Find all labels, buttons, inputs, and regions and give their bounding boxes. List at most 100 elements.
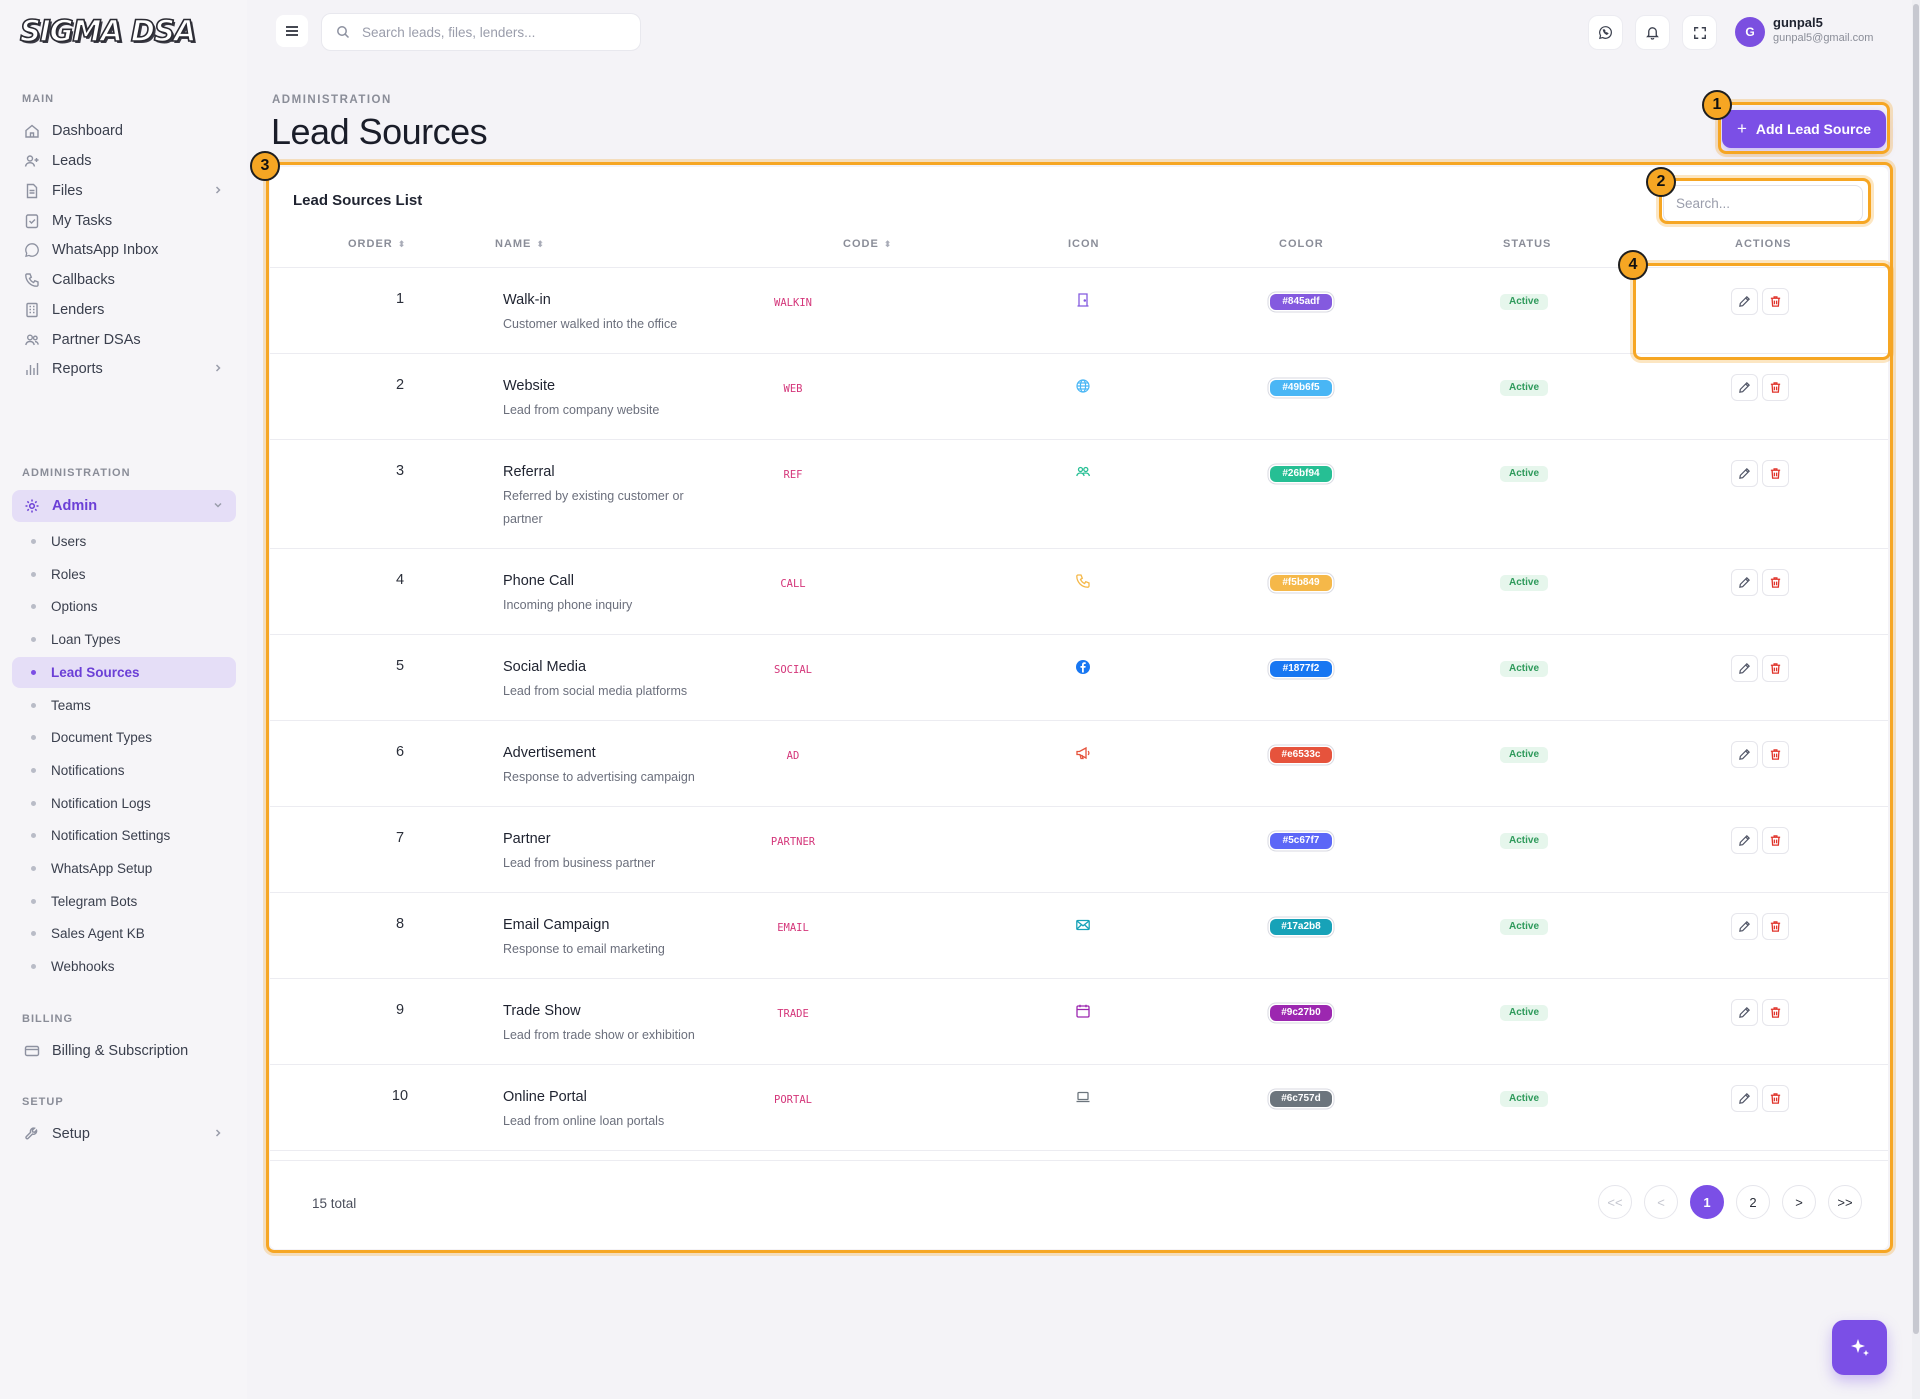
bell-icon: [1645, 25, 1660, 40]
sidebar-subitem-label: Users: [51, 534, 87, 549]
menu-toggle-button[interactable]: [276, 15, 308, 47]
annotation-badge-3: 3: [250, 151, 280, 181]
sidebar-item-label: Files: [52, 183, 83, 199]
sidebar-item-setup[interactable]: Setup: [12, 1118, 236, 1150]
sidebar-subitem-users[interactable]: Users: [12, 526, 236, 557]
sidebar-subitem-label: Document Types: [51, 730, 153, 745]
sparkle-icon: [1848, 1336, 1872, 1360]
user-plus-icon: [24, 153, 40, 169]
whatsapp-icon: [1598, 25, 1613, 40]
section-billing-label: BILLING: [22, 1013, 73, 1025]
bullet-dot: [31, 670, 36, 675]
whatsapp-button[interactable]: [1588, 15, 1623, 50]
sidebar-item-leads[interactable]: Leads: [12, 145, 236, 177]
users-icon: [24, 332, 40, 348]
bullet-dot: [31, 604, 36, 609]
sidebar: SIGMA DSA MAIN Dashboard Leads Files My Tas…: [0, 0, 247, 1399]
sidebar-item-admin-label: Admin: [52, 498, 98, 514]
sidebar-item-label: My Tasks: [52, 213, 113, 229]
whatsapp-icon: [24, 242, 40, 258]
sidebar-item-label: Reports: [52, 361, 103, 377]
sidebar-item-setup-label: Setup: [52, 1126, 90, 1142]
sidebar-item-label: Lenders: [52, 302, 105, 318]
fullscreen-icon: [1693, 26, 1707, 40]
hamburger-icon: [284, 23, 300, 39]
checklist-icon: [24, 213, 40, 229]
user-email: gunpal5@gmail.com: [1773, 32, 1874, 44]
sidebar-subitem-label: Teams: [51, 698, 91, 713]
avatar[interactable]: G: [1735, 17, 1765, 47]
sidebar-item-partner-dsas[interactable]: Partner DSAs: [12, 324, 236, 356]
sidebar-subitem-roles[interactable]: Roles: [12, 559, 236, 590]
sidebar-subitem-whatsapp-setup[interactable]: WhatsApp Setup: [12, 853, 236, 884]
sidebar-subitem-teams[interactable]: Teams: [12, 690, 236, 721]
annotation-badge-4: 4: [1618, 250, 1648, 280]
section-administration-label: ADMINISTRATION: [22, 467, 131, 479]
sidebar-subitem-notification-settings[interactable]: Notification Settings: [12, 820, 236, 851]
sidebar-subitem-label: Notification Logs: [51, 796, 151, 811]
credit-card-icon: [24, 1043, 40, 1059]
breadcrumb: ADMINISTRATION: [272, 94, 392, 106]
sidebar-subitem-lead-sources[interactable]: Lead Sources: [12, 657, 236, 688]
sidebar-subitem-options[interactable]: Options: [12, 591, 236, 622]
app-logo[interactable]: SIGMA DSA: [19, 13, 197, 50]
sidebar-item-billing[interactable]: Billing & Subscription: [12, 1035, 236, 1067]
annotation-badge-1: 1: [1702, 90, 1732, 120]
notifications-button[interactable]: [1635, 15, 1670, 50]
bullet-dot: [31, 637, 36, 642]
sidebar-subitem-document-types[interactable]: Document Types: [12, 722, 236, 753]
sidebar-item-admin[interactable]: Admin: [12, 490, 236, 522]
wrench-icon: [24, 1126, 40, 1142]
global-search-input[interactable]: Search leads, files, lenders...: [321, 13, 641, 51]
ai-assistant-button[interactable]: [1832, 1320, 1887, 1375]
gear-icon: [24, 498, 40, 514]
bullet-dot: [31, 539, 36, 544]
highlight-box-4: [1633, 263, 1891, 360]
bullet-dot: [31, 964, 36, 969]
page-scrollbar-thumb[interactable]: [1913, 4, 1919, 1334]
sidebar-item-callbacks[interactable]: Callbacks: [12, 264, 236, 296]
section-setup-label: SETUP: [22, 1096, 64, 1108]
bullet-dot: [31, 703, 36, 708]
sidebar-subitem-label: Webhooks: [51, 959, 115, 974]
sidebar-item-files[interactable]: Files: [12, 175, 236, 207]
sidebar-subitem-label: Loan Types: [51, 632, 121, 647]
global-search-placeholder: Search leads, files, lenders...: [362, 24, 536, 40]
sidebar-subitem-loan-types[interactable]: Loan Types: [12, 624, 236, 655]
sidebar-item-whatsapp-inbox[interactable]: WhatsApp Inbox: [12, 234, 236, 266]
sidebar-item-label: Dashboard: [52, 123, 123, 139]
sidebar-item-lenders[interactable]: Lenders: [12, 294, 236, 326]
phone-icon: [24, 272, 40, 288]
sidebar-subitem-label: Lead Sources: [51, 665, 140, 680]
sidebar-item-label: WhatsApp Inbox: [52, 242, 159, 258]
chevron-right-icon: [212, 362, 224, 374]
sidebar-subitem-label: Options: [51, 599, 98, 614]
sidebar-subitem-webhooks[interactable]: Webhooks: [12, 951, 236, 982]
sidebar-item-billing-label: Billing & Subscription: [52, 1043, 189, 1059]
section-main-label: MAIN: [22, 93, 55, 105]
sidebar-item-label: Callbacks: [52, 272, 115, 288]
sidebar-item-reports[interactable]: Reports: [12, 353, 236, 385]
sidebar-subitem-notification-logs[interactable]: Notification Logs: [12, 788, 236, 819]
bullet-dot: [31, 899, 36, 904]
sidebar-subitem-telegram-bots[interactable]: Telegram Bots: [12, 886, 236, 917]
sidebar-subitem-label: WhatsApp Setup: [51, 861, 153, 876]
sidebar-item-dashboard[interactable]: Dashboard: [12, 115, 236, 147]
bar-chart-icon: [24, 361, 40, 377]
bullet-dot: [31, 572, 36, 577]
sidebar-subitem-label: Sales Agent KB: [51, 926, 145, 941]
bullet-dot: [31, 735, 36, 740]
bullet-dot: [31, 801, 36, 806]
sidebar-subitem-sales-agent-kb[interactable]: Sales Agent KB: [12, 918, 236, 949]
sidebar-subitem-label: Telegram Bots: [51, 894, 138, 909]
search-icon: [336, 25, 350, 39]
home-icon: [24, 123, 40, 139]
sidebar-item-label: Leads: [52, 153, 92, 169]
chevron-right-icon: [212, 1127, 224, 1139]
user-name[interactable]: gunpal5: [1773, 15, 1823, 30]
sidebar-subitem-notifications[interactable]: Notifications: [12, 755, 236, 786]
sidebar-item-my-tasks[interactable]: My Tasks: [12, 205, 236, 237]
fullscreen-button[interactable]: [1682, 15, 1717, 50]
page-title: Lead Sources: [271, 111, 488, 152]
chevron-down-icon: [212, 499, 224, 511]
